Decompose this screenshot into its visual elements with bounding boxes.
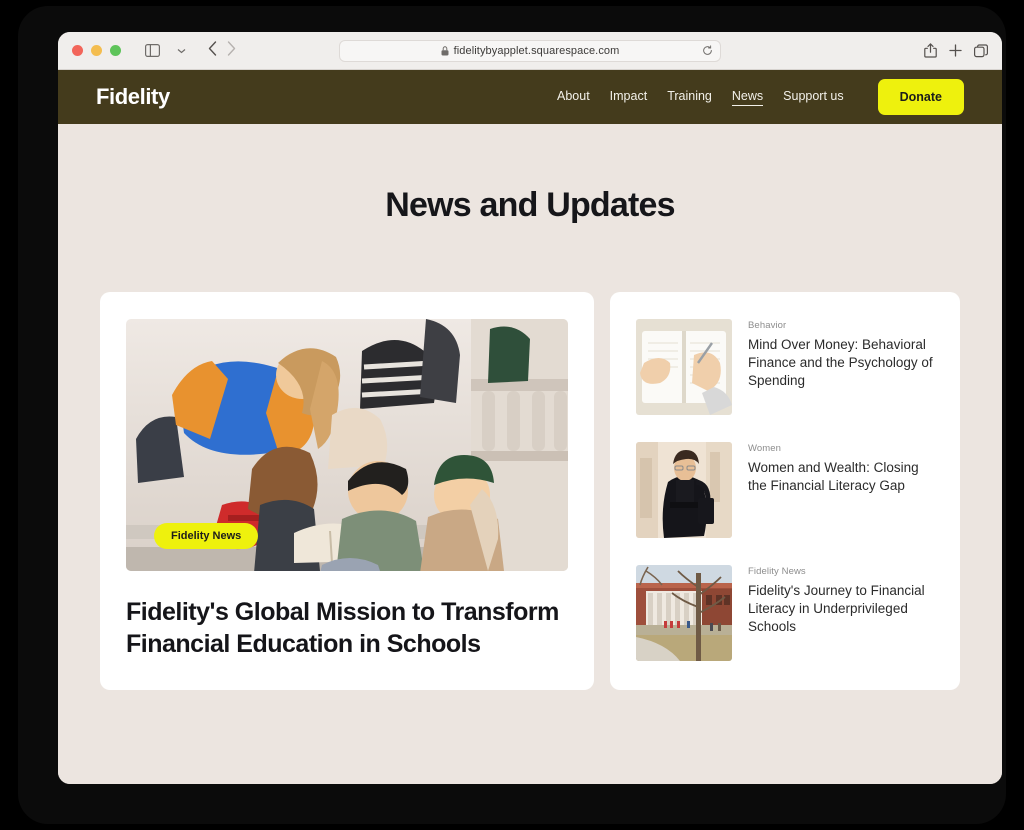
nav-item-training[interactable]: Training	[667, 89, 712, 105]
article-category: Women	[748, 443, 782, 454]
featured-badge: Fidelity News	[154, 523, 259, 549]
nav-item-support-us[interactable]: Support us	[783, 89, 843, 105]
article-list-card: Behavior Mind Over Money: Behavioral Fin…	[610, 292, 960, 690]
article-title[interactable]: Women and Wealth: Closing the Financial …	[748, 459, 934, 495]
sidebar-toggle-icon[interactable]	[139, 39, 165, 63]
notebook-writing-image	[636, 319, 732, 415]
article-thumbnail	[636, 319, 732, 415]
tabs-overview-icon[interactable]	[974, 43, 988, 58]
browser-toolbar: fidelitybyapplet.squarespace.com	[58, 32, 1002, 70]
browser-window: fidelitybyapplet.squarespace.com Fidelit…	[58, 32, 1002, 784]
zoom-button[interactable]	[110, 45, 121, 56]
article-title[interactable]: Mind Over Money: Behavioral Finance and …	[748, 336, 934, 391]
navigation-arrows	[208, 40, 236, 61]
main-navigation: About Impact Training News Support us Do…	[557, 79, 964, 115]
nav-item-about[interactable]: About	[557, 89, 590, 105]
reload-icon[interactable]	[702, 45, 713, 56]
device-bezel: fidelitybyapplet.squarespace.com Fidelit…	[18, 6, 1006, 824]
article-thumbnail	[636, 442, 732, 538]
featured-article-title[interactable]: Fidelity's Global Mission to Transform F…	[126, 597, 568, 660]
campus-library-image	[636, 565, 732, 661]
list-item[interactable]: Fidelity News Fidelity's Journey to Fina…	[636, 565, 934, 661]
toolbar-actions	[924, 43, 988, 58]
article-category: Behavior	[748, 320, 787, 331]
back-arrow-icon[interactable]	[208, 40, 217, 61]
article-title[interactable]: Fidelity's Journey to Financial Literacy…	[748, 582, 934, 637]
sidebar-controls	[139, 39, 194, 63]
news-content: Fidelity News Fidelity's Global Mission …	[58, 292, 1002, 690]
window-controls	[72, 45, 121, 56]
article-category: Fidelity News	[748, 566, 806, 577]
site-header: Fidelity About Impact Training News Supp…	[58, 70, 1002, 124]
plus-icon[interactable]	[949, 44, 962, 57]
lock-icon	[441, 45, 449, 56]
page-title: News and Updates	[385, 186, 675, 224]
article-thumbnail	[636, 565, 732, 661]
article-text: Fidelity News Fidelity's Journey to Fina…	[748, 565, 934, 637]
share-icon[interactable]	[924, 43, 937, 58]
site-logo[interactable]: Fidelity	[96, 84, 170, 110]
chevron-down-icon[interactable]	[168, 39, 194, 63]
website-viewport: Fidelity About Impact Training News Supp…	[58, 70, 1002, 784]
article-text: Women Women and Wealth: Closing the Fina…	[748, 442, 934, 495]
address-bar[interactable]: fidelitybyapplet.squarespace.com	[339, 39, 721, 62]
article-text: Behavior Mind Over Money: Behavioral Fin…	[748, 319, 934, 391]
nav-item-impact[interactable]: Impact	[610, 89, 648, 105]
featured-article-card[interactable]: Fidelity News Fidelity's Global Mission …	[100, 292, 594, 690]
minimize-button[interactable]	[91, 45, 102, 56]
list-item[interactable]: Behavior Mind Over Money: Behavioral Fin…	[636, 319, 934, 415]
donate-button[interactable]: Donate	[877, 79, 964, 115]
close-button[interactable]	[72, 45, 83, 56]
woman-professional-image	[636, 442, 732, 538]
list-item[interactable]: Women Women and Wealth: Closing the Fina…	[636, 442, 934, 538]
nav-item-news[interactable]: News	[731, 89, 764, 106]
forward-arrow-icon	[227, 40, 236, 61]
url-text: fidelitybyapplet.squarespace.com	[453, 44, 620, 57]
featured-image: Fidelity News	[126, 319, 568, 571]
